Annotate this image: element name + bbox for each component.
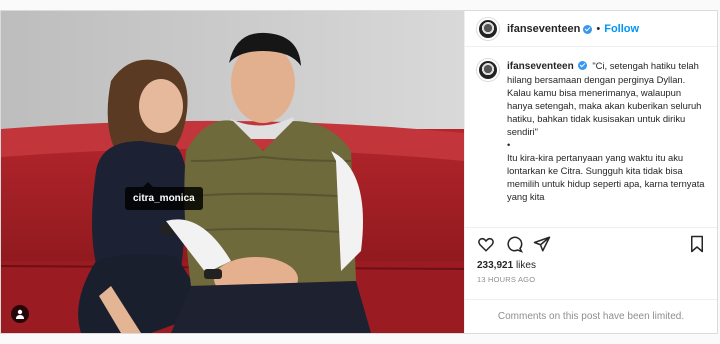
follow-button[interactable]: Follow	[604, 23, 639, 35]
caption-comment: ifanseventeen "Ci, setengah hatiku telah…	[477, 59, 705, 203]
action-icons	[477, 234, 705, 254]
photo-illustration	[1, 11, 464, 333]
comment-icon[interactable]	[505, 235, 523, 253]
caption-username[interactable]: ifanseventeen	[507, 61, 574, 72]
post-sidebar: ifanseventeen • Follow ifanseventeen "Ci…	[464, 11, 717, 333]
caption-avatar[interactable]	[477, 59, 499, 81]
bookmark-icon[interactable]	[689, 235, 705, 253]
likes-number: 233,921	[477, 260, 514, 271]
verified-badge-icon	[583, 25, 593, 34]
likes-count[interactable]: 233,921 likes	[477, 260, 705, 271]
likes-label: likes	[515, 260, 536, 271]
caption-body: Itu kira-kira pertanyaan yang waktu itu …	[507, 152, 705, 202]
header-username[interactable]: ifanseventeen	[507, 23, 580, 35]
post-actions: 233,921 likes 13 HOURS AGO	[465, 227, 717, 299]
user-tag-icon[interactable]	[11, 305, 29, 323]
user-tag-label[interactable]: citra_monica	[125, 182, 203, 210]
avatar[interactable]	[477, 17, 499, 40]
post-header: ifanseventeen • Follow	[465, 11, 717, 47]
caption-area: ifanseventeen "Ci, setengah hatiku telah…	[465, 47, 717, 227]
separator-dot: •	[596, 22, 601, 35]
share-icon[interactable]	[533, 235, 551, 253]
instagram-post: citra_monica ifanseventeen • Follow ifan…	[0, 10, 718, 334]
caption-bullet: •	[507, 139, 511, 150]
heart-icon[interactable]	[477, 235, 495, 253]
post-photo[interactable]: citra_monica	[1, 11, 464, 333]
comments-limited-notice: Comments on this post have been limited.	[465, 299, 717, 333]
verified-badge-icon	[577, 61, 587, 70]
caption-text: ifanseventeen "Ci, setengah hatiku telah…	[507, 59, 705, 203]
post-timestamp[interactable]: 13 HOURS AGO	[477, 275, 705, 284]
